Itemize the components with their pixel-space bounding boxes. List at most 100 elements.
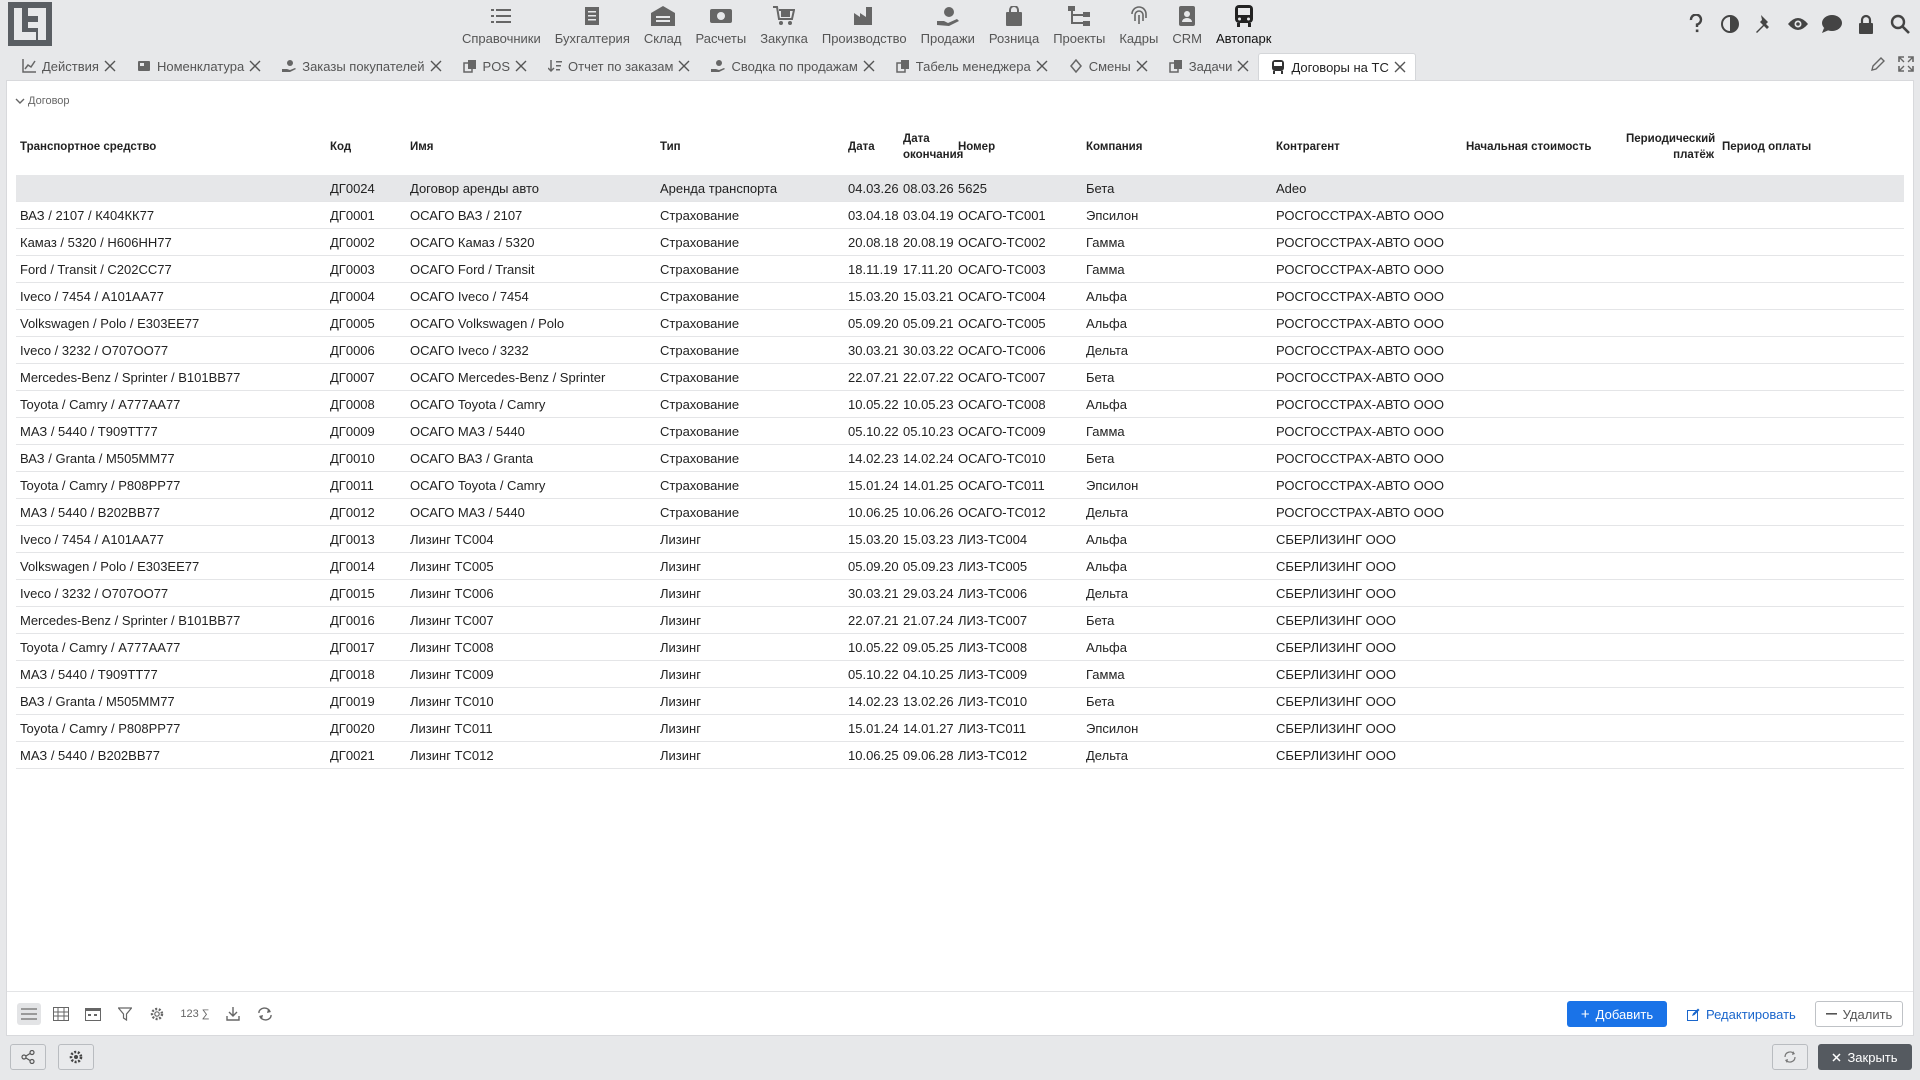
table-row[interactable]: Камаз / 5320 / Н606НН77 ДГ0002 ОСАГО Камаз… [16,228,1904,256]
column-header-date[interactable]: Дата [844,119,899,175]
column-header-type[interactable]: Тип [656,119,844,175]
close-icon[interactable] [1236,59,1250,73]
menu-item-sales[interactable]: Продажи [914,0,982,50]
close-icon[interactable] [103,59,117,73]
tab-label: Заказы покупателей [302,58,425,74]
help-icon[interactable] [1684,12,1708,36]
list-view-icon[interactable] [17,1003,41,1025]
theme-contrast-icon[interactable] [1718,12,1742,36]
menu-item-projects[interactable]: Проекты [1046,0,1112,50]
close-icon[interactable] [862,59,876,73]
delete-button[interactable]: Удалить [1815,1001,1903,1027]
settings-gear-icon[interactable] [145,1003,169,1025]
download-icon[interactable] [221,1003,245,1025]
tab-pos[interactable]: POS [451,53,536,79]
pin-icon[interactable] [1752,12,1776,36]
app-logo[interactable] [8,2,52,46]
edit-icon[interactable] [1870,56,1886,75]
tab-tasks[interactable]: Задачи [1157,53,1259,79]
tab-sales-summary[interactable]: Сводка по продажам [699,53,883,79]
cell-periodic-payment [1622,471,1718,499]
tab-shifts[interactable]: Смены [1057,53,1157,79]
column-header-end-date[interactable]: Дата окончания [899,119,963,175]
table-row[interactable]: Ford / Transit / С202СС77 ДГ0003 ОСАГО For… [16,255,1904,283]
close-icon[interactable] [1035,59,1049,73]
menu-item-crm[interactable]: CRM [1165,0,1209,50]
tab-orders-report[interactable]: Отчет по заказам [536,53,699,79]
cell-company: Альфа [1082,282,1272,310]
menu-item-purchasing[interactable]: Закупка [753,0,815,50]
fullscreen-icon[interactable] [1898,56,1914,75]
table-row[interactable]: МАЗ / 5440 / Т909ТТ77 ДГ0009 ОСАГО МАЗ / 5… [16,417,1904,445]
table-row[interactable]: Toyota / Camry / А777АА77 ДГ0017 Лизинг ТС… [16,633,1904,661]
menu-item-hr[interactable]: Кадры [1112,0,1165,50]
menu-item-references[interactable]: Справочники [455,0,548,50]
edit-button[interactable]: Редактировать [1687,1001,1796,1027]
table-row[interactable]: МАЗ / 5440 / В202ВВ77 ДГ0012 ОСАГО МАЗ / 5… [16,498,1904,526]
close-icon[interactable] [677,59,691,73]
add-button[interactable]: + Добавить [1567,1001,1667,1027]
tab-customer-orders[interactable]: Заказы покупателей [270,53,450,79]
column-header-company[interactable]: Компания [1082,119,1272,175]
table-row[interactable]: Volkswagen / Polo / Е303ЕЕ77 ДГ0014 Лизинг… [16,552,1904,580]
tab-nomenclature[interactable]: Номенклатура [125,53,270,79]
close-icon[interactable] [248,59,262,73]
menu-item-accounting[interactable]: Бухгалтерия [548,0,637,50]
table-row[interactable]: Iveco / 7454 / А101АА77 ДГ0004 ОСАГО Iveco… [16,282,1904,310]
tab-manager-timesheet[interactable]: Табель менеджера [884,53,1057,79]
menu-item-warehouse[interactable]: Склад [637,0,689,50]
refresh-icon[interactable] [253,1003,277,1025]
column-header-counterparty[interactable]: Контрагент [1272,119,1462,175]
tab-actions[interactable]: Действия [10,53,125,79]
close-button[interactable]: Закрыть [1818,1044,1912,1070]
totals-toggle[interactable]: 123 ∑ [177,1003,213,1025]
settings-button[interactable] [58,1044,94,1070]
column-header-payment-period[interactable]: Период оплаты [1718,119,1904,175]
section-toggle[interactable]: Договор [15,95,70,107]
table-row[interactable]: Mercedes-Benz / Sprinter / В101ВВ77 ДГ000… [16,363,1904,391]
search-icon[interactable] [1888,12,1912,36]
reload-button[interactable] [1772,1044,1808,1070]
cell-type: Страхование [656,228,844,256]
close-icon[interactable] [1135,59,1149,73]
table-row[interactable]: ВАЗ / Granta / М505ММ77 ДГ0019 Лизинг ТС01… [16,687,1904,715]
column-header-initial-cost[interactable]: Начальная стоимость [1462,119,1622,175]
column-header-number[interactable]: Номер [954,119,1082,175]
tab-vehicle-contracts[interactable]: Договоры на ТС [1258,53,1416,80]
sync-icon [1069,59,1083,73]
cell-periodic-payment [1622,660,1718,688]
cell-date: 15.03.20 [844,282,899,310]
close-icon[interactable] [1393,60,1407,74]
close-icon[interactable] [429,59,443,73]
table-row[interactable]: Iveco / 3232 / О707ОО77 ДГ0015 Лизинг ТС00… [16,579,1904,607]
filter-icon[interactable] [113,1003,137,1025]
table-row[interactable]: Toyota / Camry / Р808РР77 ДГ0020 Лизинг ТС… [16,714,1904,742]
footer: Закрыть [0,1036,1920,1080]
menu-item-payments[interactable]: Расчеты [688,0,753,50]
lock-icon[interactable] [1854,12,1878,36]
table-row[interactable]: ВАЗ / Granta / М505ММ77 ДГ0010 ОСАГО ВАЗ /… [16,444,1904,472]
table-row[interactable]: Toyota / Camry / Р808РР77 ДГ0011 ОСАГО Toy… [16,471,1904,499]
close-icon[interactable] [514,59,528,73]
table-row[interactable]: МАЗ / 5440 / Т909ТТ77 ДГ0018 Лизинг ТС009 Л… [16,660,1904,688]
share-button[interactable] [10,1044,46,1070]
column-header-name[interactable]: Имя [406,119,656,175]
table-row[interactable]: ДГ0024 Договор аренды авто Аренда транспор… [16,175,1904,202]
chat-icon[interactable] [1820,12,1844,36]
table-row[interactable]: Mercedes-Benz / Sprinter / В101ВВ77 ДГ001… [16,606,1904,634]
calendar-icon[interactable] [81,1003,105,1025]
table-row[interactable]: Iveco / 7454 / А101АА77 ДГ0013 Лизинг ТС00… [16,525,1904,553]
grid-view-icon[interactable] [49,1003,73,1025]
menu-item-fleet[interactable]: Автопарк [1209,0,1279,50]
eye-icon[interactable] [1786,12,1810,36]
menu-item-production[interactable]: Производство [815,0,914,50]
column-header-code[interactable]: Код [326,119,406,175]
menu-item-retail[interactable]: Розница [982,0,1046,50]
column-header-periodic-payment[interactable]: Периодический платёж [1622,119,1718,175]
table-row[interactable]: Volkswagen / Polo / Е303ЕЕ77 ДГ0005 ОСАГО … [16,309,1904,337]
column-header-vehicle[interactable]: Транспортное средство [16,119,326,175]
table-row[interactable]: МАЗ / 5440 / В202ВВ77 ДГ0021 Лизинг ТС012 Л… [16,741,1904,769]
table-row[interactable]: Iveco / 3232 / О707ОО77 ДГ0006 ОСАГО Iveco… [16,336,1904,364]
table-row[interactable]: ВАЗ / 2107 / К404КК77 ДГ0001 ОСАГО ВАЗ / 2… [16,201,1904,229]
table-row[interactable]: Toyota / Camry / А777АА77 ДГ0008 ОСАГО Toy… [16,390,1904,418]
